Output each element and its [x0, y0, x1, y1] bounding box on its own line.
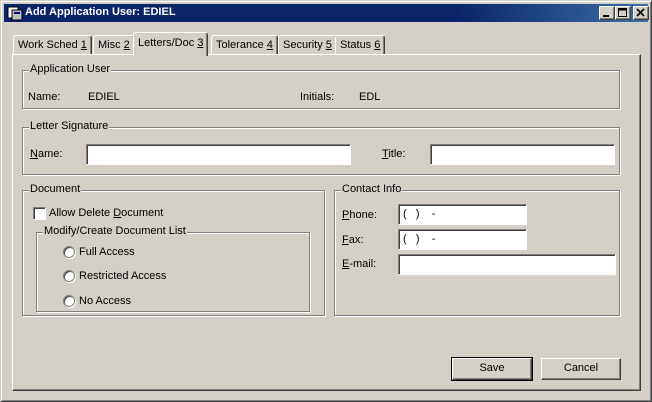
window-title: Add Application User: EDIEL: [25, 6, 176, 18]
full-access-label[interactable]: Full Access: [79, 246, 135, 258]
document-group: Document Allow Delete Document Modify/Cr…: [22, 183, 325, 316]
dialog-window: Add Application User: EDIEL Work Sched 1…: [0, 0, 652, 402]
tab-security[interactable]: Security 5: [278, 35, 337, 55]
document-group-label: Document: [29, 183, 82, 195]
tab-work-sched[interactable]: Work Sched 1: [13, 35, 92, 55]
email-label: E-mail:: [342, 258, 377, 270]
save-button[interactable]: Save: [451, 357, 533, 381]
tab-status[interactable]: Status 6: [335, 35, 386, 55]
modify-document-list-group: Modify/Create Document List Full Access …: [36, 225, 310, 312]
no-access-radio[interactable]: [63, 295, 75, 307]
application-user-group-label: Application User: [29, 63, 112, 75]
signature-title-input[interactable]: [430, 144, 615, 165]
email-input[interactable]: [398, 254, 616, 275]
minimize-button[interactable]: [599, 6, 615, 20]
app-user-name-value: EDIEL: [88, 91, 120, 103]
signature-name-label: Name:: [30, 148, 63, 160]
fax-label: Fax:: [342, 234, 364, 246]
app-icon: [7, 5, 23, 21]
maximize-icon: [618, 8, 627, 17]
application-user-group: Application User Name: EDIEL Initials: E…: [22, 63, 620, 109]
restricted-access-radio[interactable]: [63, 270, 75, 282]
full-access-radio[interactable]: [63, 246, 75, 258]
title-bar[interactable]: Add Application User: EDIEL: [4, 4, 649, 22]
signature-title-label: Title:: [382, 148, 406, 160]
phone-label: Phone:: [342, 209, 377, 221]
maximize-button[interactable]: [615, 6, 631, 20]
allow-delete-document-checkbox[interactable]: [33, 207, 46, 220]
no-access-label[interactable]: No Access: [79, 295, 131, 307]
letter-signature-group-label: Letter Signature: [29, 120, 110, 132]
app-user-initials-value: EDL: [359, 91, 381, 103]
signature-name-input[interactable]: [86, 144, 351, 165]
contact-info-group-label: Contact Info: [341, 183, 403, 195]
fax-input[interactable]: ( ) -: [398, 229, 527, 250]
tab-tolerance[interactable]: Tolerance 4: [211, 35, 278, 55]
close-icon: [636, 8, 645, 17]
contact-info-group: Contact Info Phone: ( ) - Fax: ( ) - E-m…: [334, 183, 620, 316]
close-button[interactable]: [633, 6, 649, 20]
minimize-icon: [603, 15, 609, 17]
restricted-access-label[interactable]: Restricted Access: [79, 270, 166, 282]
app-user-initials-label: Initials:: [300, 91, 335, 103]
app-user-name-label: Name:: [28, 91, 61, 103]
letter-signature-group: Letter Signature Name: Title:: [22, 120, 620, 175]
allow-delete-document-label[interactable]: Allow Delete Document: [49, 207, 163, 219]
tab-misc[interactable]: Misc 2: [93, 35, 135, 55]
modify-document-list-label: Modify/Create Document List: [43, 225, 187, 237]
cancel-button[interactable]: Cancel: [541, 358, 621, 380]
tab-letters-doc[interactable]: Letters/Doc 3: [133, 32, 209, 56]
phone-input[interactable]: ( ) -: [398, 204, 527, 225]
